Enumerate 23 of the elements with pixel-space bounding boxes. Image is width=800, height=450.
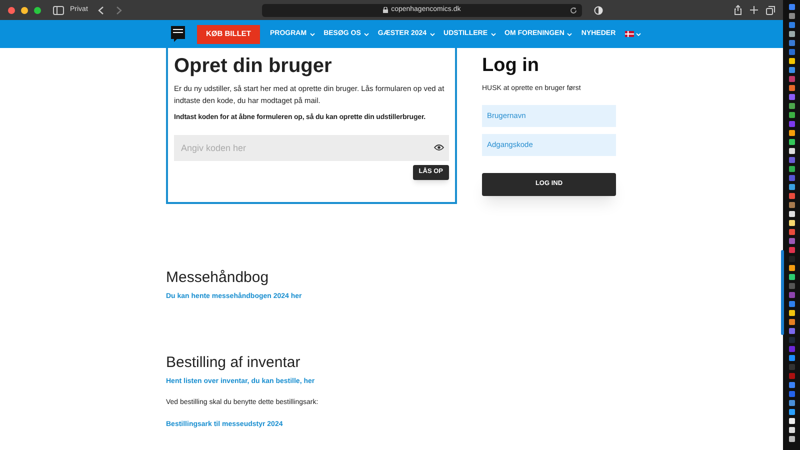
tabs-overview-icon[interactable] [766, 6, 775, 14]
site-logo-icon[interactable] [171, 26, 185, 42]
reload-icon[interactable] [570, 6, 577, 14]
close-window-icon[interactable] [8, 6, 15, 14]
sidebar-icon[interactable] [53, 6, 64, 14]
caret-icon [636, 32, 641, 36]
login-title: Log in [482, 54, 540, 78]
scrollbar[interactable] [781, 250, 784, 335]
share-icon[interactable] [734, 5, 742, 15]
maximize-window-icon[interactable] [34, 6, 41, 14]
shield-icon[interactable] [594, 6, 603, 14]
new-tab-icon[interactable] [750, 6, 758, 14]
code-input-field[interactable]: Angiv koden her [174, 134, 449, 160]
section-heading: Bestilling af inventar [166, 352, 302, 372]
section-heading: Messehåndbog [166, 268, 270, 288]
forward-icon[interactable] [116, 6, 122, 14]
show-password-icon[interactable] [434, 144, 444, 150]
card-title: Opret din bruger [174, 54, 333, 78]
language-selector[interactable] [624, 31, 641, 37]
lock-icon [383, 7, 388, 13]
back-icon[interactable] [98, 6, 104, 14]
minimize-window-icon[interactable] [21, 6, 28, 14]
danish-flag-icon [624, 31, 634, 37]
